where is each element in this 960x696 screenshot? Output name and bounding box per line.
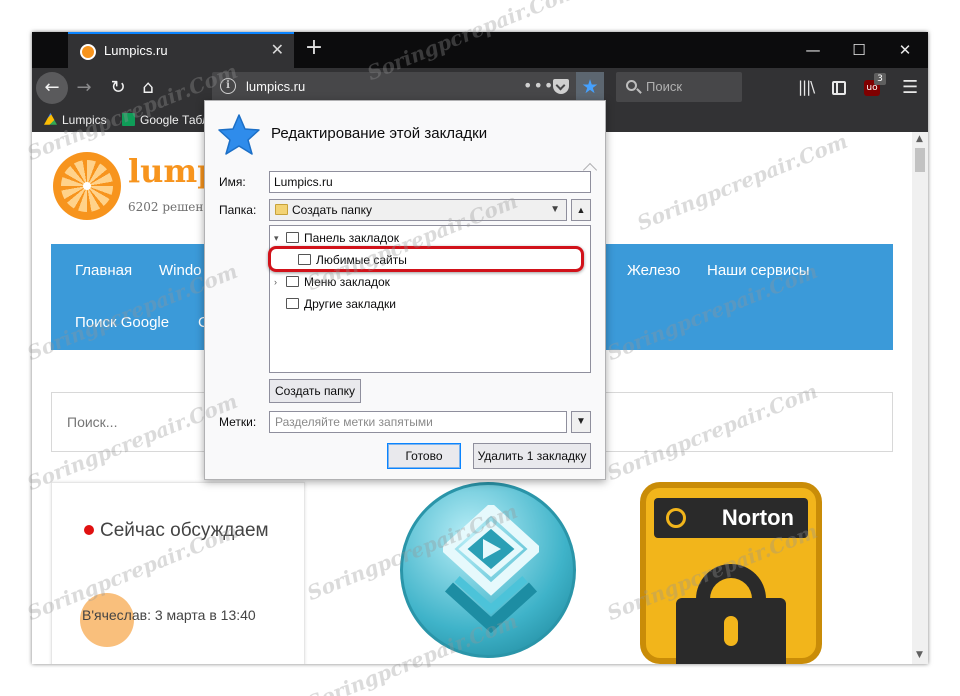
page-scrollbar[interactable]: ▲ ▼ — [912, 132, 928, 664]
bookmark-name-field[interactable]: Lumpics.ru — [269, 171, 591, 193]
remove-bookmark-button[interactable]: Удалить 1 закладку — [473, 443, 591, 469]
scroll-up-icon[interactable]: ▲ — [916, 134, 923, 144]
bookmark-label: Lumpics — [62, 113, 107, 127]
chevron-right-icon[interactable]: › — [274, 272, 277, 292]
bookmark-label: Google Табл — [140, 113, 209, 127]
site-search-placeholder: Поиск... — [67, 414, 118, 430]
discussion-card: Сейчас обсуждаем В'ячеслав: 3 марта в 13… — [51, 482, 305, 664]
browser-window: Lumpics.ru ✕ + — ☐ ✕ ← → ↻ ⌂ i lumpics.r… — [32, 32, 928, 664]
folder-dropdown[interactable]: Создать папку ▼ — [269, 199, 567, 221]
google-drive-icon — [44, 113, 57, 125]
tree-item-label: Другие закладки — [304, 297, 396, 311]
tree-item-bookmarks-menu[interactable]: › Меню закладок — [270, 272, 590, 292]
tray-icon — [286, 298, 299, 309]
url-bar[interactable]: i lumpics.ru ••• ★ — [212, 72, 604, 102]
scroll-down-icon[interactable]: ▼ — [916, 650, 923, 660]
home-button[interactable]: ⌂ — [134, 74, 162, 102]
chevron-down-icon: ▼ — [550, 204, 560, 215]
create-folder-button[interactable]: Создать папку — [269, 379, 361, 403]
maximize-button[interactable]: ☐ — [836, 38, 882, 62]
minimize-button[interactable]: — — [790, 38, 836, 62]
tab-strip: Lumpics.ru ✕ + — ☐ ✕ — [32, 32, 928, 68]
url-text[interactable]: lumpics.ru — [246, 79, 305, 94]
tags-field[interactable]: Разделяйте метки запятыми — [269, 411, 567, 433]
dialog-title: Редактирование этой закладки — [271, 125, 488, 142]
reload-button[interactable]: ↻ — [104, 74, 132, 102]
forward-button[interactable]: → — [70, 74, 98, 102]
google-sheets-icon — [122, 113, 135, 126]
lumpics-logo-icon[interactable] — [53, 152, 121, 220]
tree-item-label: Панель закладок — [304, 231, 399, 245]
folder-label: Папка: — [219, 203, 257, 217]
close-window-button[interactable]: ✕ — [882, 38, 928, 62]
search-input[interactable]: Поиск — [616, 72, 742, 102]
tab-title: Lumpics.ru — [104, 43, 168, 58]
library-icon[interactable]: |||\ — [798, 78, 815, 96]
site-nav-services[interactable]: Наши сервисы — [707, 262, 810, 279]
tab-close-icon[interactable]: ✕ — [271, 42, 284, 58]
bookmark-lumpics[interactable]: Lumpics — [44, 112, 107, 128]
lock-icon — [676, 598, 786, 664]
tags-label: Метки: — [219, 415, 257, 429]
tab-lumpics[interactable]: Lumpics.ru ✕ — [68, 32, 294, 68]
pocket-icon[interactable] — [553, 79, 569, 94]
chevron-down-icon[interactable]: ▾ — [274, 228, 279, 248]
menu-list-icon — [286, 276, 299, 287]
folder-tree: ▾ Панель закладок Любимые сайты › Меню з… — [268, 225, 591, 373]
red-highlight-frame — [268, 246, 584, 272]
new-tab-button[interactable]: + — [302, 37, 326, 59]
ublock-badge: 3 — [874, 73, 886, 85]
tree-item-bookmarks-toolbar[interactable]: ▾ Панель закладок — [270, 228, 590, 248]
bookmark-google-sheets[interactable]: Google Табл — [122, 112, 209, 128]
site-info-icon[interactable]: i — [220, 78, 236, 94]
keyhole — [724, 616, 738, 646]
scroll-thumb[interactable] — [915, 148, 925, 172]
done-button[interactable]: Готово — [387, 443, 461, 469]
bookmark-star-button[interactable]: ★ — [576, 72, 604, 102]
download-chevron-icon — [443, 505, 539, 634]
site-nav-google-search[interactable]: Поиск Google — [75, 314, 169, 331]
toolbar-star-icon — [286, 232, 299, 243]
tags-dropdown-button[interactable]: ▼ — [571, 411, 591, 433]
folder-icon — [275, 204, 288, 215]
discussion-title: Сейчас обсуждаем — [100, 520, 269, 541]
page-actions-icon[interactable]: ••• — [523, 76, 554, 95]
search-icon — [626, 80, 637, 91]
search-placeholder: Поиск — [646, 79, 683, 94]
norton-app-icon[interactable]: Norton — [640, 482, 822, 664]
freemake-app-icon[interactable] — [400, 482, 576, 658]
site-subtitle: 6202 решен — [128, 200, 204, 214]
norton-check-icon — [666, 508, 686, 528]
hamburger-menu-icon[interactable]: ☰ — [902, 77, 918, 98]
bookmark-star-icon — [218, 114, 260, 155]
folder-dropdown-value: Создать папку — [292, 203, 372, 217]
tree-item-label: Меню закладок — [304, 275, 390, 289]
site-nav-home[interactable]: Главная — [75, 262, 132, 279]
edit-bookmark-panel: Редактирование этой закладки Имя: Lumpic… — [204, 100, 606, 480]
collapse-folder-tree-button[interactable]: ▲ — [571, 199, 591, 221]
site-nav-hardware[interactable]: Железо — [627, 262, 680, 279]
screen: Lumpics.ru ✕ + — ☐ ✕ ← → ↻ ⌂ i lumpics.r… — [0, 0, 960, 696]
site-nav-windows[interactable]: Windo — [159, 262, 202, 279]
back-button[interactable]: ← — [36, 72, 68, 104]
orange-favicon-icon — [80, 44, 96, 60]
name-label: Имя: — [219, 175, 246, 189]
tree-item-other-bookmarks[interactable]: Другие закладки — [270, 294, 590, 314]
discussion-comment[interactable]: В'ячеслав: 3 марта в 13:40 — [82, 601, 282, 629]
sidebar-icon[interactable] — [832, 81, 846, 95]
